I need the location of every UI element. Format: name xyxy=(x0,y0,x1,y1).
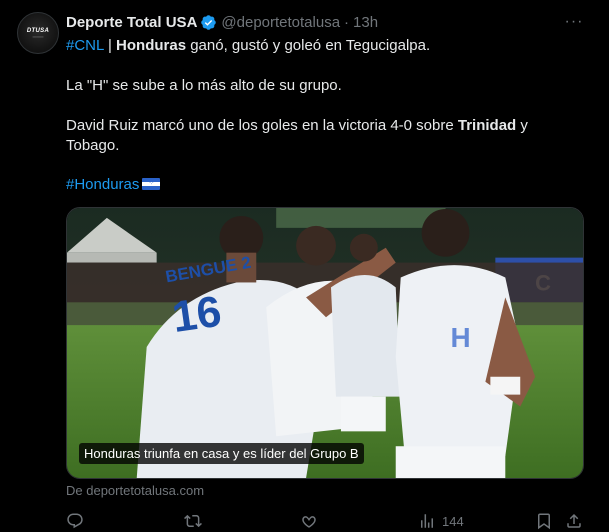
handle[interactable]: @deportetotalusa xyxy=(221,14,340,31)
tweet-text-hashtag-line: #Honduras xyxy=(66,175,586,195)
tweet-text-line-1: #CNL | Honduras ganó, gustó y goleó en T… xyxy=(66,36,586,56)
avatar[interactable]: DTUSA ━━━━━━ xyxy=(17,12,59,54)
bookmark-button[interactable] xyxy=(535,511,553,531)
tweet-text-line-3: David Ruiz marcó uno de los goles en la … xyxy=(66,116,586,156)
line1-bold: Honduras xyxy=(116,37,187,54)
share-button[interactable] xyxy=(565,511,583,531)
line3-post: y xyxy=(516,117,528,134)
more-icon[interactable]: ··· xyxy=(562,12,586,32)
views-count: 144 xyxy=(442,513,464,529)
source-link[interactable]: De deportetotalusa.com xyxy=(66,483,204,498)
media-caption: Honduras triunfa en casa y es líder del … xyxy=(79,443,364,464)
hashtag-honduras[interactable]: #Honduras xyxy=(66,176,139,193)
avatar-logo-sub: ━━━━━━ xyxy=(32,34,44,39)
svg-text:H: H xyxy=(451,322,471,353)
tweet-text-line-2: La "H" se sube a lo más alto de su grupo… xyxy=(66,77,342,94)
match-photo: C BENGUE 2 16 H xyxy=(67,208,583,478)
share-icon xyxy=(567,513,581,528)
honduras-flag-emoji xyxy=(142,178,161,190)
retweet-button[interactable] xyxy=(184,511,202,531)
line3-bold: Trinidad xyxy=(457,117,517,134)
timestamp[interactable]: 13h xyxy=(353,14,378,31)
tweet-header: Deporte Total USA @deportetotalusa · 13h xyxy=(66,12,378,32)
line1-rest: ganó, gustó y goleó en Tegucigalpa. xyxy=(186,37,431,54)
hashtag-cnl[interactable]: #CNL xyxy=(66,37,104,54)
avatar-logo: DTUSA xyxy=(26,27,50,34)
verified-badge-icon xyxy=(201,14,217,30)
retweet-icon xyxy=(184,514,202,528)
separator-dot: · xyxy=(344,13,350,31)
action-bar: 144 xyxy=(0,511,609,531)
like-button[interactable] xyxy=(300,511,318,531)
views-icon xyxy=(421,514,433,528)
svg-text:16: 16 xyxy=(169,287,224,342)
display-name[interactable]: Deporte Total USA xyxy=(66,14,197,31)
line3-end: Tobago. xyxy=(66,137,120,154)
tweet[interactable]: DTUSA ━━━━━━ Deporte Total USA @deportet… xyxy=(0,0,609,532)
line3-pre: David Ruiz marcó uno de los goles en la … xyxy=(66,117,458,134)
media-card[interactable]: C BENGUE 2 16 H xyxy=(66,207,584,479)
bookmark-icon xyxy=(538,513,550,530)
reply-icon xyxy=(67,513,83,529)
reply-button[interactable] xyxy=(66,511,84,531)
line1-separator: | xyxy=(103,37,117,54)
views-button[interactable]: 144 xyxy=(418,511,464,531)
like-icon xyxy=(302,516,316,528)
